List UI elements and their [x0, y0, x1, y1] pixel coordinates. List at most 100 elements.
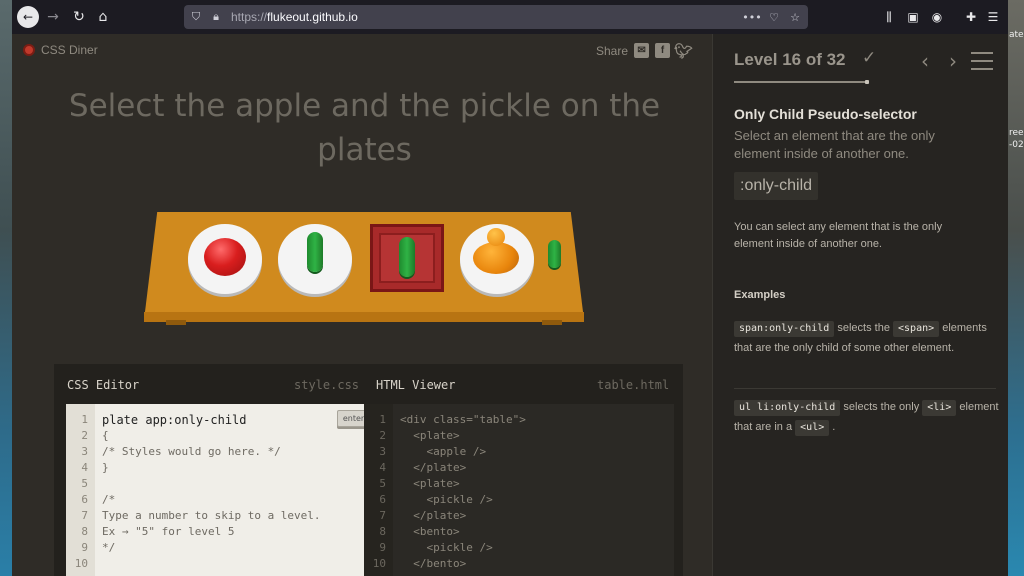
level-progress-marker [865, 80, 869, 84]
line-number: 4 [379, 461, 386, 474]
line-gutter: 1 2 3 4 5 6 7 8 9 10 [66, 404, 95, 576]
share-label: Share [596, 43, 629, 58]
back-arrow-icon[interactable]: ← [17, 6, 39, 28]
lock-icon[interactable]: 🔒︎ [208, 9, 224, 25]
example-1: span:only-child selects the <span> eleme… [734, 318, 1004, 358]
pocket-icon[interactable]: ♡ [766, 9, 782, 25]
page-content: CSS Diner Share ✉ f 🐦︎ Select the apple … [12, 34, 1008, 576]
example-tag: <li> [922, 400, 957, 416]
desktop-label: -02 [1009, 140, 1024, 150]
level-sidebar: Level 16 of 32 ✓ ‹ › Only Child Pseudo-s… [712, 34, 1008, 576]
example-tag: <span> [893, 321, 940, 337]
url-bar[interactable]: ⛉ 🔒︎ https://flukeout.github.io ••• ♡ ☆ [184, 5, 808, 29]
game-area: CSS Diner Share ✉ f 🐦︎ Select the apple … [12, 34, 712, 576]
facebook-icon[interactable]: f [655, 43, 671, 58]
bookmark-star-icon[interactable]: ☆ [787, 9, 803, 25]
bento-box[interactable] [370, 224, 444, 292]
html-line[interactable]: <apple /> [400, 444, 486, 460]
sidebar-toggle-icon[interactable]: ▣ [904, 8, 922, 26]
code-line: { [102, 429, 109, 442]
html-line[interactable]: <plate> [400, 476, 459, 492]
orange-body [473, 242, 519, 274]
line-number: 10 [372, 557, 386, 570]
next-level-icon[interactable]: › [949, 49, 957, 73]
line-number: 3 [379, 445, 386, 458]
code-line: Type a number to skip to a level. [102, 509, 321, 522]
dining-table [144, 212, 584, 327]
divider [734, 388, 996, 389]
html-viewer-title: HTML Viewer [376, 378, 456, 392]
extensions-icon[interactable]: ✚ [962, 8, 980, 26]
selector-syntax: :only-child [734, 172, 819, 200]
bento-inner [379, 233, 435, 283]
line-number: 8 [379, 525, 386, 538]
html-line[interactable]: </plate> [400, 508, 466, 524]
example-text: selects the [834, 322, 894, 334]
url-host: flukeout.github.io [267, 10, 358, 24]
html-viewer-pane: 1 2 3 4 5 6 7 8 9 10 <div class="table">… [364, 404, 674, 576]
html-line[interactable]: </plate> [400, 460, 466, 476]
html-file-name: table.html [597, 378, 670, 392]
example-code: span:only-child [734, 321, 835, 337]
line-number: 1 [81, 413, 88, 426]
line-number: 5 [81, 477, 88, 490]
desktop-label: ree [1009, 128, 1024, 138]
library-icon[interactable]: ⫼ [880, 8, 898, 26]
orange-top [487, 228, 505, 246]
order-instruction: Select the apple and the pickle on the p… [68, 88, 661, 168]
selector-title: Select an element that are the only elem… [734, 128, 935, 161]
html-line[interactable]: <div class="table"> [400, 412, 526, 428]
line-number: 10 [74, 557, 88, 570]
line-number: 9 [379, 541, 386, 554]
line-number: 8 [81, 525, 88, 538]
example-text: selects the only [840, 401, 923, 413]
html-line[interactable]: <pickle /> [400, 492, 492, 508]
twitter-icon[interactable]: 🐦︎ [674, 43, 693, 60]
line-number: 6 [379, 493, 386, 506]
table-leg [542, 320, 562, 325]
shield-icon[interactable]: ⛉ [188, 9, 204, 25]
home-icon[interactable]: ⌂ [92, 6, 114, 28]
html-line[interactable]: <plate> [400, 428, 459, 444]
example-text: . [829, 421, 836, 433]
apple[interactable] [204, 238, 246, 276]
logo-text: CSS Diner [41, 43, 98, 57]
code-editor: CSS Editor style.css HTML Viewer table.h… [54, 364, 683, 576]
forward-arrow-icon[interactable]: → [42, 6, 64, 28]
account-icon[interactable]: ◉ [928, 8, 946, 26]
orange[interactable] [473, 228, 519, 274]
level-menu-icon[interactable] [971, 52, 993, 70]
url-text[interactable]: https://flukeout.github.io [231, 9, 358, 25]
css-editor-pane[interactable]: 1 2 3 4 5 6 7 8 9 10 plate app:only-chil… [66, 404, 370, 576]
css-selector-input[interactable]: plate app:only-child [102, 412, 322, 428]
pickle[interactable] [399, 237, 415, 277]
pickle[interactable] [548, 240, 561, 268]
html-line[interactable]: <bento> [400, 524, 459, 540]
url-protocol: https:// [231, 10, 268, 24]
hamburger-menu-icon[interactable]: ☰ [984, 8, 1002, 26]
logo-icon [23, 44, 35, 56]
line-number: 9 [81, 541, 88, 554]
email-icon[interactable]: ✉ [634, 43, 650, 58]
line-number: 3 [81, 445, 88, 458]
table-edge [144, 312, 584, 322]
html-line[interactable]: </bento> [400, 556, 466, 572]
html-line[interactable]: <pickle /> [400, 540, 492, 556]
previous-level-icon[interactable]: ‹ [921, 49, 929, 73]
css-file-name: style.css [294, 378, 360, 392]
plate[interactable] [460, 224, 534, 294]
line-gutter: 1 2 3 4 5 6 7 8 9 10 [364, 404, 393, 576]
logo[interactable]: CSS Diner [23, 43, 98, 57]
line-number: 7 [379, 509, 386, 522]
pickle[interactable] [307, 232, 323, 272]
level-indicator: Level 16 of 32 [734, 50, 846, 69]
checkmark-icon: ✓ [862, 48, 877, 68]
example-2: ul li:only-child selects the only <li> e… [734, 397, 1004, 437]
plate[interactable] [278, 224, 352, 294]
reload-icon[interactable]: ↻ [68, 6, 90, 28]
plate[interactable] [188, 224, 262, 294]
browser-window: ← → ↻ ⌂ ⛉ 🔒︎ https://flukeout.github.io … [12, 0, 1008, 576]
line-number: 2 [81, 429, 88, 442]
more-actions-icon[interactable]: ••• [742, 9, 761, 25]
line-number: 4 [81, 461, 88, 474]
